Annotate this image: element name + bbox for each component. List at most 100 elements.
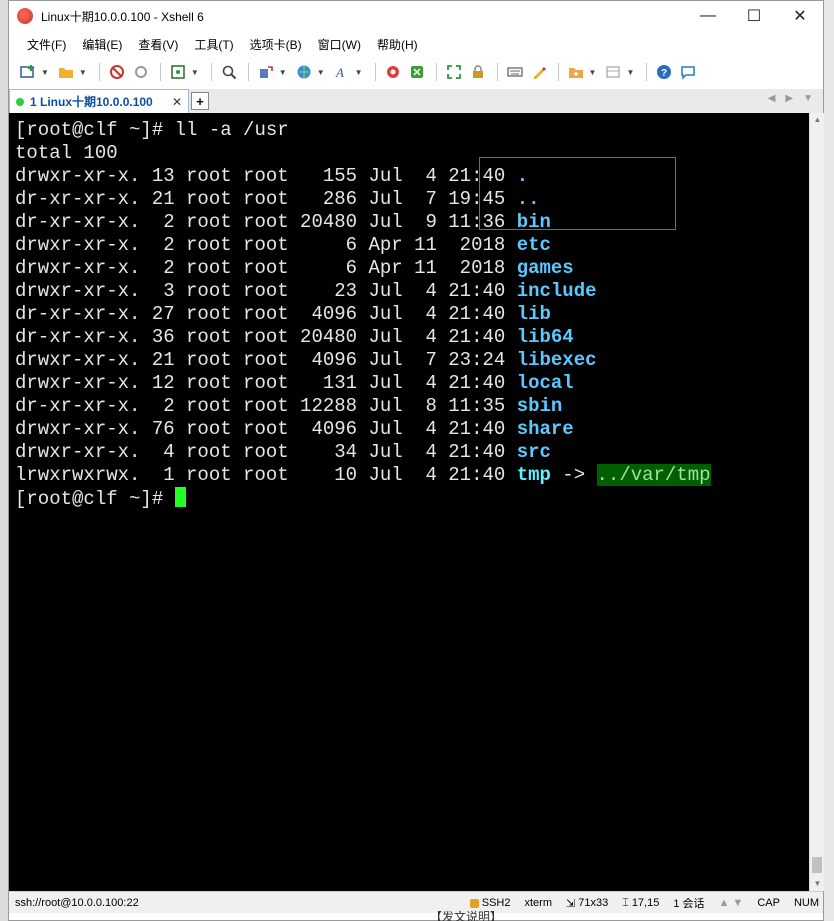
tab-label: 1 Linux十期10.0.0.100 — [30, 95, 153, 109]
entry-meta: dr-xr-xr-x. 27 root root 4096 Jul 4 21:4… — [15, 303, 517, 325]
entry-name: lib — [516, 303, 551, 325]
entry-name: .. — [516, 188, 540, 210]
entry-name: src — [516, 441, 551, 463]
new-session-icon[interactable] — [17, 61, 39, 83]
minimize-button[interactable]: — — [685, 1, 731, 31]
tab-session[interactable]: 1 Linux十期10.0.0.100 ✕ — [9, 89, 189, 113]
xftp-icon[interactable] — [382, 61, 404, 83]
cursor-position: ⌶ 17,15 — [622, 897, 659, 910]
toolbar-separator — [496, 63, 498, 81]
toolbar-separator — [159, 63, 161, 81]
padlock-icon — [469, 898, 479, 908]
menu-help[interactable]: 帮助(H) — [369, 33, 426, 57]
title-bar[interactable]: Linux十期10.0.0.100 - Xshell 6 — ☐ ✕ — [9, 1, 823, 31]
caps-lock-indicator: CAP — [757, 897, 780, 909]
svg-text:A: A — [335, 65, 344, 80]
listing-row: drwxr-xr-x. 76 root root 4096 Jul 4 21:4… — [15, 418, 803, 441]
arrow-up-icon[interactable]: ▲ — [719, 897, 730, 909]
caret-icon: ⌶ — [622, 896, 629, 909]
listing-row: drwxr-xr-x. 13 root root 155 Jul 4 21:40… — [15, 165, 803, 188]
xmanager-icon[interactable] — [406, 61, 428, 83]
menu-edit[interactable]: 编辑(E) — [74, 33, 130, 57]
chevron-down-icon[interactable]: ▼ — [626, 68, 634, 77]
toolbar-separator — [374, 63, 376, 81]
entry-name: etc — [516, 234, 551, 256]
chevron-down-icon[interactable]: ▼ — [191, 68, 199, 77]
scroll-thumb[interactable] — [812, 857, 822, 873]
chevron-down-icon[interactable]: ▼ — [279, 68, 287, 77]
listing-row: drwxr-xr-x. 2 root root 6 Apr 11 2018 et… — [15, 234, 803, 257]
properties-icon[interactable] — [167, 61, 189, 83]
entry-name: local — [516, 372, 574, 394]
open-folder-icon[interactable] — [55, 61, 77, 83]
layout-icon[interactable] — [602, 61, 624, 83]
add-tab-folder-icon[interactable] — [565, 61, 587, 83]
terminal-line: [root@clf ~]# — [15, 487, 803, 510]
terminal-size: ⇲ 71x33 — [566, 897, 608, 910]
disconnect-icon[interactable] — [106, 61, 128, 83]
new-tab-button[interactable]: + — [191, 92, 209, 110]
menu-view[interactable]: 查看(V) — [130, 33, 186, 57]
menu-tools[interactable]: 工具(T) — [186, 33, 241, 57]
chat-icon[interactable] — [677, 61, 699, 83]
tab-prev-icon[interactable]: ◀ — [768, 93, 776, 104]
globe-icon[interactable] — [293, 61, 315, 83]
keyboard-icon[interactable] — [504, 61, 526, 83]
shell-prompt: [root@clf ~]# — [15, 488, 175, 510]
menu-window[interactable]: 窗口(W) — [310, 33, 369, 57]
lock-icon[interactable] — [467, 61, 489, 83]
symlink-row: lrwxrwxrwx. 1 root root 10 Jul 4 21:40 t… — [15, 464, 803, 487]
chevron-down-icon[interactable]: ▼ — [79, 68, 87, 77]
chevron-down-icon[interactable]: ▼ — [355, 68, 363, 77]
session-count: 1 会话 — [673, 898, 705, 910]
toolbar-separator — [98, 63, 100, 81]
toolbar-separator — [247, 63, 249, 81]
transfer-icon[interactable] — [255, 61, 277, 83]
xshell-window: Linux十期10.0.0.100 - Xshell 6 — ☐ ✕ 文件(F)… — [8, 0, 824, 921]
arrow-down-icon[interactable]: ▼ — [732, 897, 743, 909]
close-button[interactable]: ✕ — [777, 1, 823, 31]
highlight-pen-icon[interactable] — [528, 61, 550, 83]
menu-tab[interactable]: 选项卡(B) — [242, 33, 310, 57]
entry-meta: drwxr-xr-x. 2 root root 6 Apr 11 2018 — [15, 257, 517, 279]
status-fields: SSH2 xterm ⇲ 71x33 ⌶ 17,15 1 会话 ▲ ▼ CAP NUM — [469, 892, 823, 914]
font-icon[interactable]: A — [331, 61, 353, 83]
entry-meta: dr-xr-xr-x. 2 root root 12288 Jul 8 11:3… — [15, 395, 517, 417]
search-icon[interactable] — [218, 61, 240, 83]
scroll-down-icon[interactable]: ▼ — [810, 877, 825, 891]
background-desktop-strip — [0, 0, 8, 921]
scroll-up-icon[interactable]: ▲ — [810, 113, 825, 127]
tab-list-icon[interactable]: ▼ — [803, 93, 813, 104]
entry-name: libexec — [516, 349, 597, 371]
tab-close-icon[interactable]: ✕ — [172, 95, 182, 109]
terminal-output[interactable]: [root@clf ~]# ll -a /usr total 100 drwxr-x… — [9, 113, 809, 891]
entry-meta: drwxr-xr-x. 12 root root 131 Jul 4 21:40 — [15, 372, 517, 394]
entry-meta: drwxr-xr-x. 21 root root 4096 Jul 7 23:2… — [15, 349, 517, 371]
help-icon[interactable]: ? — [653, 61, 675, 83]
entry-meta: drwxr-xr-x. 2 root root 6 Apr 11 2018 — [15, 234, 517, 256]
entry-name: bin — [516, 211, 551, 233]
listing-row: drwxr-xr-x. 12 root root 131 Jul 4 21:40… — [15, 372, 803, 395]
tab-bar: 1 Linux十期10.0.0.100 ✕ + ◀ ▶ ▼ — [9, 89, 823, 113]
toolbar-separator — [557, 63, 559, 81]
reconnect-icon[interactable] — [130, 61, 152, 83]
maximize-button[interactable]: ☐ — [731, 1, 777, 31]
typed-command: ll -a /usr — [174, 119, 289, 141]
listing-row: dr-xr-xr-x. 2 root root 20480 Jul 9 11:3… — [15, 211, 803, 234]
entry-meta: drwxr-xr-x. 3 root root 23 Jul 4 21:40 — [15, 280, 517, 302]
background-window-text: 【发文说明】 — [430, 910, 503, 921]
background-window-strip — [824, 0, 834, 921]
toolbar: ▼ ▼ ▼ ▼ ▼ A ▼ ▼ ▼ ? — [9, 59, 823, 85]
terminal-scrollbar[interactable]: ▲ ▼ — [809, 113, 824, 891]
resize-icon: ⇲ — [566, 897, 576, 910]
entry-name: sbin — [516, 395, 563, 417]
fullscreen-icon[interactable] — [443, 61, 465, 83]
tab-next-icon[interactable]: ▶ — [785, 93, 793, 104]
chevron-down-icon[interactable]: ▼ — [41, 68, 49, 77]
scroll-arrows[interactable]: ▲ ▼ — [719, 897, 744, 909]
chevron-down-icon[interactable]: ▼ — [317, 68, 325, 77]
entry-meta: drwxr-xr-x. 76 root root 4096 Jul 4 21:4… — [15, 418, 517, 440]
xshell-logo-icon — [17, 8, 33, 24]
menu-file[interactable]: 文件(F) — [19, 33, 74, 57]
chevron-down-icon[interactable]: ▼ — [589, 68, 597, 77]
